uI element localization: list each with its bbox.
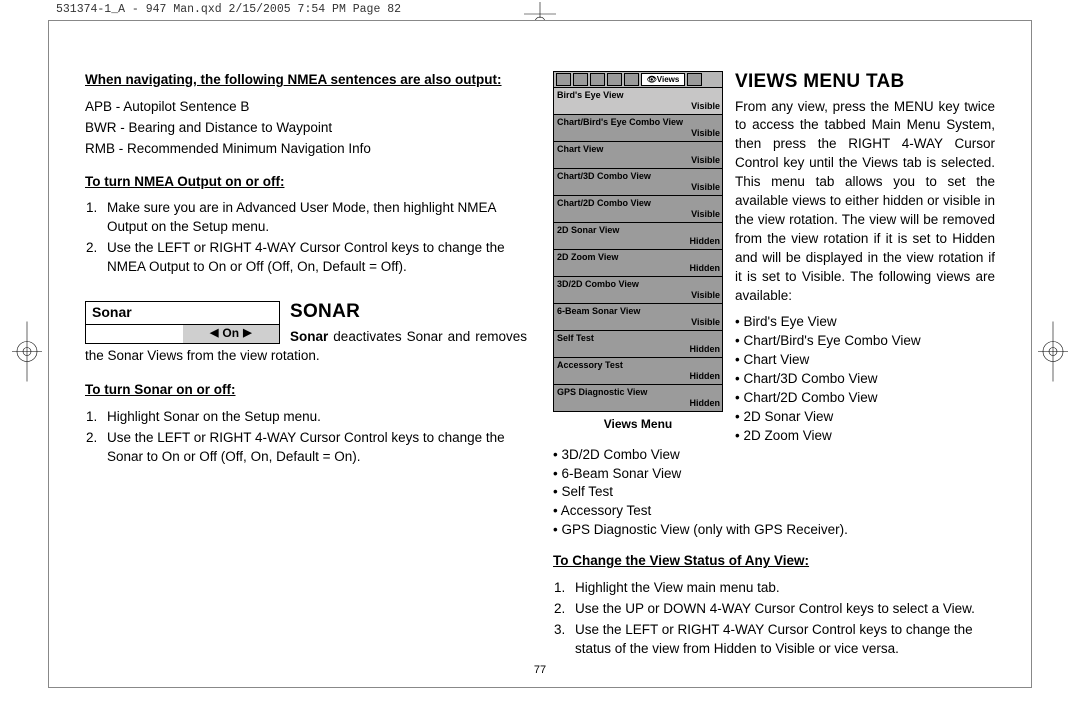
views-row-label: GPS Diagnostic View [557,386,647,399]
right-column: 👁 Views Bird's Eye ViewVisibleChart/Bird… [553,69,995,657]
page-frame: When navigating, the following NMEA sent… [48,20,1032,688]
views-row-label: 6-Beam Sonar View [557,305,640,318]
views-row-status: Hidden [690,370,721,383]
views-row: Chart/2D Combo View Visible [553,196,723,223]
list-item: 6-Beam Sonar View [553,465,995,484]
list-item: Make sure you are in Advanced User Mode,… [101,199,527,237]
print-slug: 531374-1_A - 947 Man.qxd 2/15/2005 7:54 … [56,3,401,16]
views-row: GPS Diagnostic View Hidden [553,385,723,412]
sonar-widget-value-row: ◀ On ▶ [85,325,280,344]
nmea-line: APB - Autopilot Sentence B [85,98,527,117]
views-row-status: Hidden [690,343,721,356]
nmea-steps: Make sure you are in Advanced User Mode,… [101,199,527,277]
sonar-setting-widget: Sonar ◀ On ▶ [85,301,280,344]
views-row: Chart View Visible [553,142,723,169]
list-item: Use the LEFT or RIGHT 4-WAY Cursor Contr… [101,239,527,277]
list-item: Highlight Sonar on the Setup menu. [101,408,527,427]
views-row-status: Visible [691,181,720,194]
views-row-label: Chart/2D Combo View [557,197,651,210]
change-view-steps: Highlight the View main menu tab. Use th… [569,579,995,659]
left-column: When navigating, the following NMEA sent… [85,69,527,657]
views-tab-selected: 👁 Views [641,73,685,86]
change-view-heading: To Change the View Status of Any View: [553,552,995,571]
sonar-turn-heading: To turn Sonar on or off: [85,381,527,400]
views-row-status: Visible [691,154,720,167]
views-row-label: 2D Sonar View [557,224,619,237]
sonar-widget-value: ◀ On ▶ [183,325,280,343]
views-row-label: 2D Zoom View [557,251,618,264]
views-row: Chart/3D Combo View Visible [553,169,723,196]
list-item: Highlight the View main menu tab. [569,579,995,598]
views-row: Chart/Bird's Eye Combo View Visible [553,115,723,142]
list-item: Use the LEFT or RIGHT 4-WAY Cursor Contr… [101,429,527,467]
nmea-line: BWR - Bearing and Distance to Waypoint [85,119,527,138]
views-row-status: Hidden [690,262,721,275]
views-menu-screenshot: 👁 Views Bird's Eye ViewVisibleChart/Bird… [553,71,723,412]
views-row-status: Visible [691,208,720,221]
views-caption: Views Menu [553,416,723,433]
list-item: GPS Diagnostic View (only with GPS Recei… [553,521,995,540]
page-number: 77 [534,664,546,676]
views-row-label: Self Test [557,332,594,345]
views-row-status: Visible [691,289,720,302]
list-item: Use the LEFT or RIGHT 4-WAY Cursor Contr… [569,621,995,659]
nmea-heading: When navigating, the following NMEA sent… [85,71,527,90]
views-row: 3D/2D Combo View Visible [553,277,723,304]
views-row-label: 3D/2D Combo View [557,278,639,291]
list-item: Accessory Test [553,502,995,521]
sonar-steps: Highlight Sonar on the Setup menu. Use t… [101,408,527,467]
views-row-status: Visible [691,127,720,140]
views-row-status: Visible [691,100,720,113]
views-row-status: Hidden [690,235,721,248]
views-row-label: Accessory Test [557,359,623,372]
nmea-turn-heading: To turn NMEA Output on or off: [85,173,527,192]
crop-mark-right [1038,322,1068,387]
views-row-label: Bird's Eye View [557,89,624,102]
views-tab-bar: 👁 Views [553,71,723,88]
views-row-label: Chart/Bird's Eye Combo View [557,116,683,129]
views-row: 2D Sonar View Hidden [553,223,723,250]
list-item: 3D/2D Combo View [553,446,995,465]
sonar-widget-label: Sonar [85,301,280,325]
views-row-label: Chart View [557,143,603,156]
left-arrow-icon: ◀ [206,326,222,341]
views-row: 6-Beam Sonar View Visible [553,304,723,331]
nmea-line: RMB - Recommended Minimum Navigation Inf… [85,140,527,159]
list-item: Self Test [553,483,995,502]
views-row: Self Test Hidden [553,331,723,358]
views-row: 2D Zoom View Hidden [553,250,723,277]
views-row: Accessory Test Hidden [553,358,723,385]
views-row-label: Chart/3D Combo View [557,170,651,183]
views-row-status: Hidden [690,397,721,410]
crop-mark-left [12,322,42,387]
views-row: Bird's Eye View Visible [553,88,723,115]
views-row-status: Visible [691,316,720,329]
right-arrow-icon: ▶ [239,326,255,341]
list-item: Use the UP or DOWN 4-WAY Cursor Control … [569,600,995,619]
